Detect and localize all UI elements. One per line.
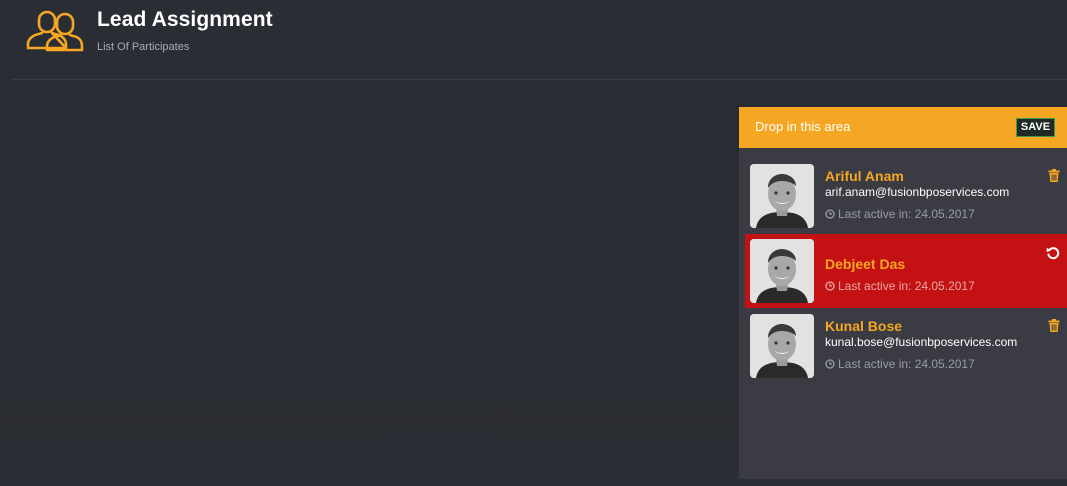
save-button[interactable]: SAVE: [1016, 118, 1055, 137]
participant-card[interactable]: Kunal Bose kunal.bose@fusionbposervices.…: [745, 309, 1067, 383]
avatar: [750, 239, 814, 303]
avatar-photo: [750, 314, 814, 378]
participant-card-removed[interactable]: Debjeet Das Last active in: 24.05.2017: [745, 234, 1067, 308]
participant-email: kunal.bose@fusionbposervices.com: [825, 335, 1018, 349]
drop-area-panel[interactable]: Drop in this area SAVE Ariful Anam arif.…: [739, 107, 1067, 479]
drop-area-label: Drop in this area: [755, 119, 851, 134]
avatar-photo: [750, 239, 814, 303]
trash-icon[interactable]: [1048, 169, 1060, 182]
page-header: Lead Assignment List Of Participates: [0, 0, 1067, 80]
page-title: Lead Assignment: [97, 8, 273, 31]
avatar: [750, 164, 814, 228]
last-active-row: Last active in: 24.05.2017: [825, 207, 975, 221]
page-subtitle: List Of Participates: [97, 41, 190, 53]
last-active-text: Last active in: 24.05.2017: [838, 279, 975, 293]
clock-icon: [825, 209, 835, 219]
participant-card[interactable]: Ariful Anam arif.anam@fusionbposervices.…: [745, 159, 1067, 233]
participant-name: Kunal Bose: [825, 318, 903, 334]
participant-email: arif.anam@fusionbposervices.com: [825, 185, 1010, 199]
last-active-text: Last active in: 24.05.2017: [838, 207, 975, 221]
users-outline-icon: [26, 10, 84, 52]
clock-icon: [825, 281, 835, 291]
avatar-photo: [750, 164, 814, 228]
clock-icon: [825, 359, 835, 369]
undo-icon[interactable]: [1046, 246, 1060, 260]
last-active-row: Last active in: 24.05.2017: [825, 279, 975, 293]
last-active-row: Last active in: 24.05.2017: [825, 357, 975, 371]
participant-name: Debjeet Das: [825, 256, 906, 272]
last-active-text: Last active in: 24.05.2017: [838, 357, 975, 371]
drop-area-header: Drop in this area SAVE: [739, 107, 1067, 148]
participant-name: Ariful Anam: [825, 168, 904, 184]
header-divider: [12, 79, 1067, 80]
avatar: [750, 314, 814, 378]
trash-icon[interactable]: [1048, 319, 1060, 332]
